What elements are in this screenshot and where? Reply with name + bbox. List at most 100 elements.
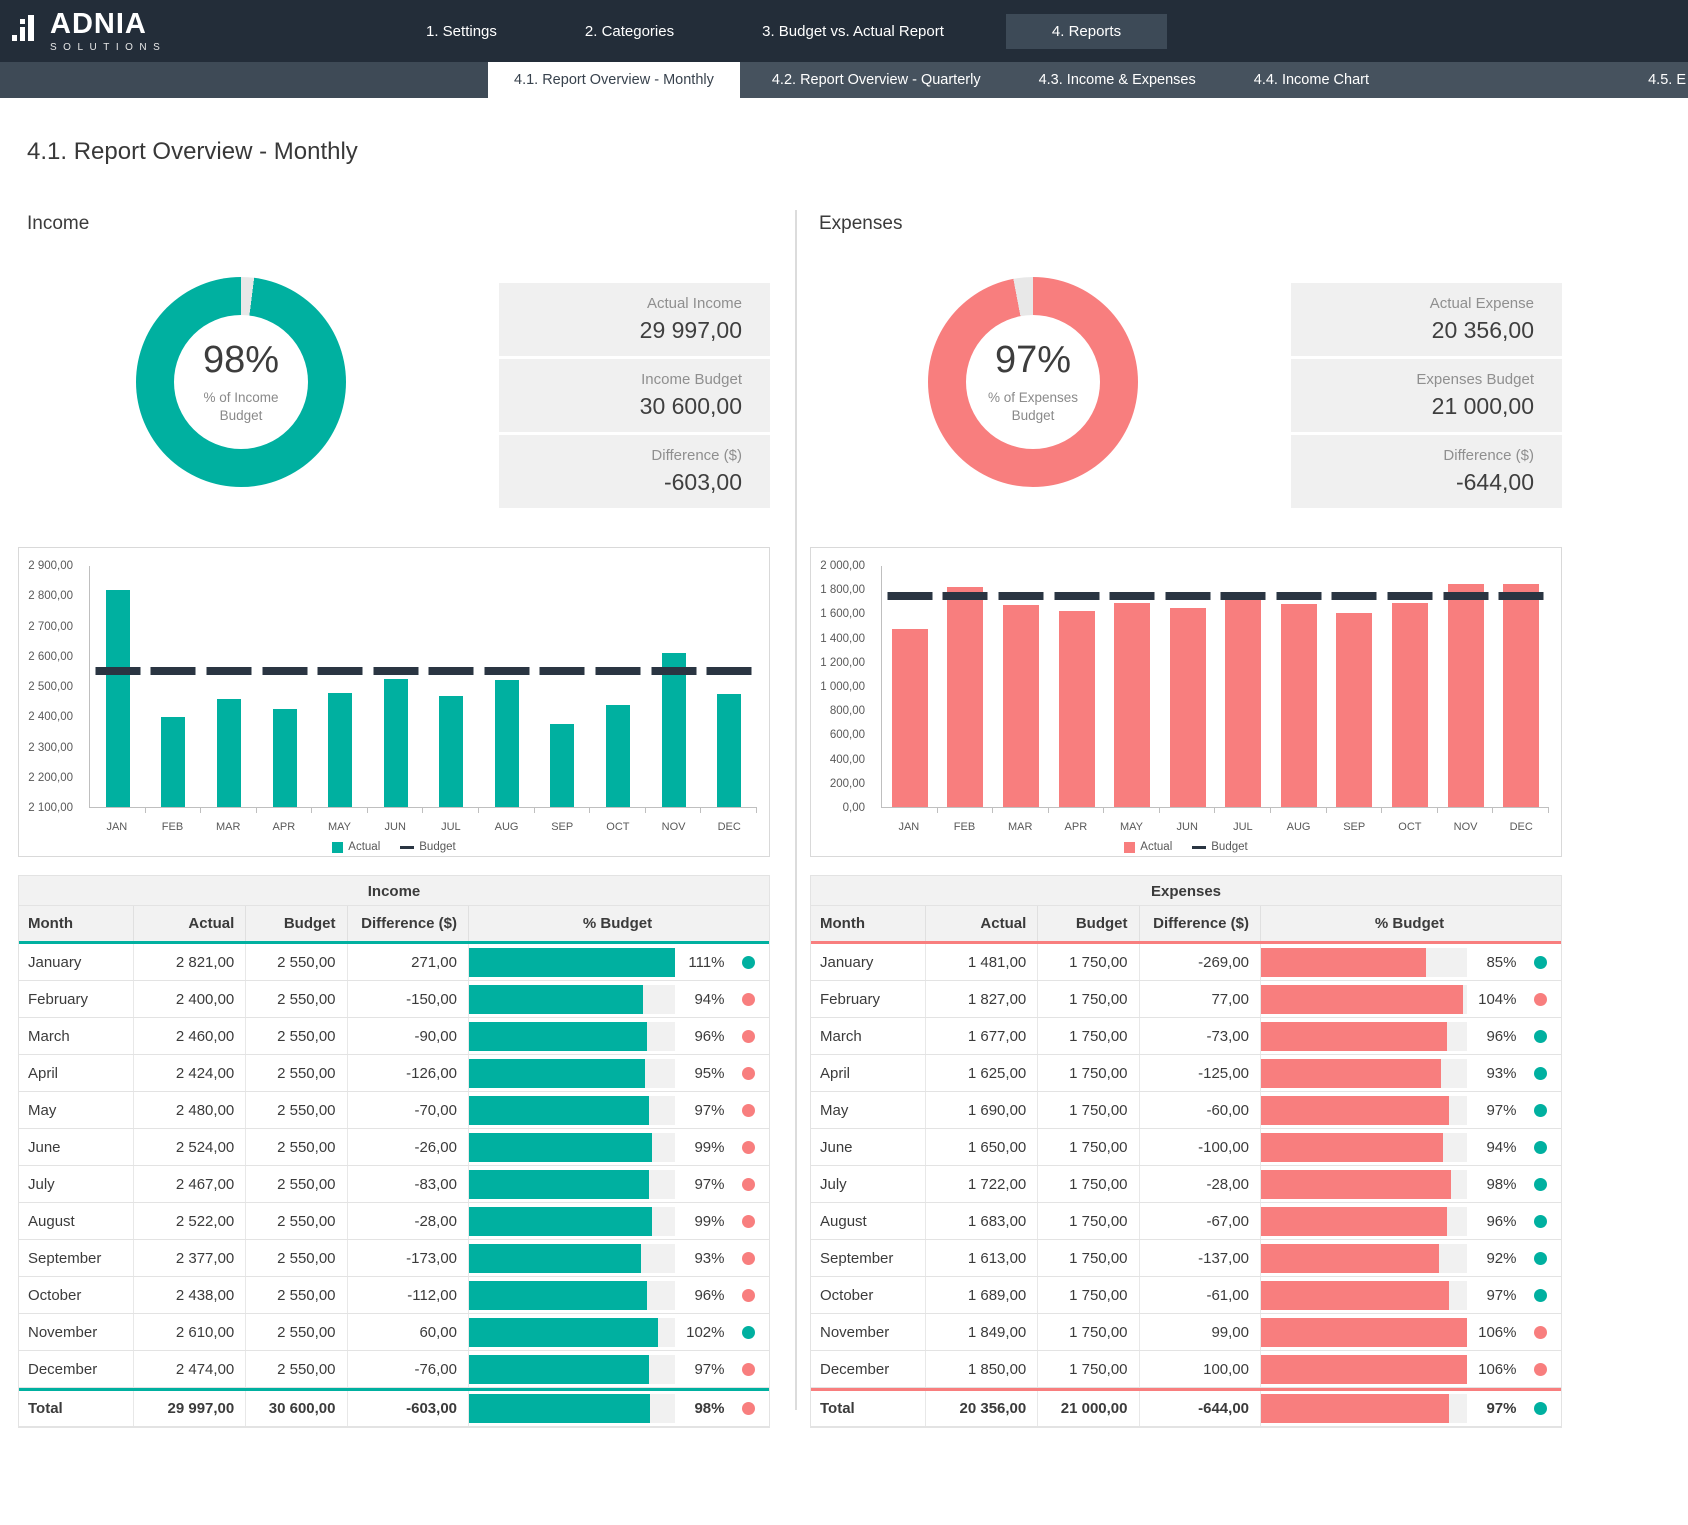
budget-cell: 1 750,00 bbox=[1038, 1092, 1139, 1128]
expenses-chart-y-axis: 2 000,001 800,001 600,001 400,001 200,00… bbox=[811, 566, 873, 808]
month-cell: October bbox=[19, 1277, 134, 1313]
month-cell: May bbox=[811, 1092, 926, 1128]
expenses-legend-actual-swatch bbox=[1124, 842, 1135, 853]
pct-budget-value: 93% bbox=[1467, 1065, 1521, 1082]
expenses-stat-boxes: Actual Expense20 356,00Expenses Budget21… bbox=[1291, 283, 1562, 517]
expenses-y-tick: 1 000,00 bbox=[820, 681, 865, 693]
actual-cell: 1 625,00 bbox=[926, 1055, 1039, 1091]
status-dot-cell bbox=[729, 1067, 770, 1080]
income-table-row-February: February2 400,002 550,00-150,0094% bbox=[19, 981, 769, 1018]
status-dot-cell bbox=[1521, 1030, 1562, 1043]
income-stat-boxes: Actual Income29 997,00Income Budget30 60… bbox=[499, 283, 770, 517]
nav-item-1[interactable]: 1. Settings bbox=[400, 14, 523, 49]
income-actual-bar-NOV bbox=[662, 653, 686, 807]
pct-budget-value: 106% bbox=[1467, 1324, 1521, 1341]
income-actual-bar-AUG bbox=[495, 680, 519, 807]
pct-budget-bar-fill bbox=[1261, 1059, 1441, 1088]
status-dot-good bbox=[1534, 1067, 1547, 1080]
expenses-stat-value-1: 21 000,00 bbox=[1432, 393, 1534, 420]
income-chart-y-axis: 2 900,002 800,002 700,002 600,002 500,00… bbox=[19, 566, 81, 808]
income-actual-bar-SEP bbox=[550, 724, 574, 807]
expenses-budget-marker-FEB bbox=[943, 592, 988, 600]
status-dot-cell bbox=[729, 1289, 770, 1302]
income-chart-column-MAY bbox=[312, 566, 368, 807]
difference-cell: 271,00 bbox=[348, 944, 470, 980]
pct-budget-bar-cell bbox=[1261, 1133, 1467, 1162]
subnav-tab-4[interactable]: 4.4. Income Chart bbox=[1228, 62, 1395, 98]
difference-cell: -173,00 bbox=[348, 1240, 470, 1276]
subnav-tab-3[interactable]: 4.3. Income & Expenses bbox=[1013, 62, 1222, 98]
income-legend-actual-label: Actual bbox=[348, 841, 380, 853]
pct-budget-bar-cell bbox=[469, 1059, 675, 1088]
pct-budget-bar-fill bbox=[1261, 1133, 1443, 1162]
pct-budget-value: 94% bbox=[675, 991, 729, 1008]
income-stat-box-1: Income Budget30 600,00 bbox=[499, 359, 770, 432]
pct-budget-bar-fill bbox=[1261, 1244, 1439, 1273]
expenses-col-header-3: Difference ($) bbox=[1140, 906, 1262, 941]
subnav-tab-5[interactable]: 4.5. E bbox=[1622, 62, 1688, 98]
income-chart-column-JAN bbox=[90, 566, 146, 807]
expenses-x-label: JAN bbox=[881, 821, 937, 833]
nav-item-3[interactable]: 3. Budget vs. Actual Report bbox=[736, 14, 970, 49]
expenses-donut-hole: 97% % of Expenses Budget bbox=[966, 315, 1100, 449]
income-budget-marker-OCT bbox=[595, 667, 640, 675]
expenses-x-label: AUG bbox=[1271, 821, 1327, 833]
income-top-widgets: 98% % of Income Budget Actual Income29 9… bbox=[18, 277, 770, 517]
expenses-budget-marker-OCT bbox=[1387, 592, 1432, 600]
income-section-title: Income bbox=[27, 213, 770, 235]
expenses-stat-label-1: Expenses Budget bbox=[1416, 371, 1534, 388]
pct-budget-bar-fill bbox=[469, 985, 643, 1014]
expenses-x-label: APR bbox=[1048, 821, 1104, 833]
expenses-y-tick: 600,00 bbox=[830, 729, 865, 741]
expenses-budget-marker-APR bbox=[1054, 592, 1099, 600]
income-legend-budget: Budget bbox=[400, 841, 455, 853]
difference-cell: 99,00 bbox=[1140, 1314, 1262, 1350]
nav-item-4[interactable]: 4. Reports bbox=[1006, 14, 1167, 49]
status-dot-cell bbox=[1521, 1067, 1562, 1080]
income-y-tick: 2 600,00 bbox=[28, 651, 73, 663]
month-cell: November bbox=[19, 1314, 134, 1350]
primary-nav: 1. Settings 2. Categories 3. Budget vs. Ac… bbox=[400, 0, 1203, 62]
expenses-table-row-April: April1 625,001 750,00-125,0093% bbox=[811, 1055, 1561, 1092]
income-legend-budget-label: Budget bbox=[419, 841, 455, 853]
pct-budget-value: 97% bbox=[675, 1176, 729, 1193]
pct-budget-bar-cell bbox=[469, 1133, 675, 1162]
status-dot-bad bbox=[742, 1067, 755, 1080]
pct-budget-value: 92% bbox=[1467, 1250, 1521, 1267]
expenses-stat-label-2: Difference ($) bbox=[1443, 447, 1534, 464]
expenses-actual-bar-OCT bbox=[1392, 603, 1428, 807]
expenses-budget-marker-SEP bbox=[1332, 592, 1377, 600]
difference-cell: -60,00 bbox=[1140, 1092, 1262, 1128]
expenses-actual-bar-MAY bbox=[1114, 603, 1150, 807]
expenses-table-total-row: Total20 356,0021 000,00-644,0097% bbox=[811, 1388, 1561, 1427]
status-dot-bad bbox=[1534, 1363, 1547, 1376]
pct-budget-bar-cell bbox=[1261, 1022, 1467, 1051]
pct-budget-value: 98% bbox=[1467, 1176, 1521, 1193]
income-budget-marker-JUN bbox=[373, 667, 418, 675]
expenses-y-tick: 2 000,00 bbox=[820, 560, 865, 572]
expenses-x-label: NOV bbox=[1438, 821, 1494, 833]
month-cell: June bbox=[811, 1129, 926, 1165]
difference-cell: -137,00 bbox=[1140, 1240, 1262, 1276]
difference-cell: -28,00 bbox=[348, 1203, 470, 1239]
difference-cell: -269,00 bbox=[1140, 944, 1262, 980]
subnav-tab-1[interactable]: 4.1. Report Overview - Monthly bbox=[488, 62, 740, 98]
expenses-legend-budget-label: Budget bbox=[1211, 841, 1247, 853]
expenses-y-tick: 0,00 bbox=[843, 802, 865, 814]
status-dot-cell bbox=[729, 1141, 770, 1154]
income-chart-column-NOV bbox=[646, 566, 702, 807]
pct-budget-value: 85% bbox=[1467, 954, 1521, 971]
actual-cell: 1 690,00 bbox=[926, 1092, 1039, 1128]
income-chart-column-APR bbox=[257, 566, 313, 807]
pct-budget-bar-fill bbox=[1261, 985, 1463, 1014]
pct-budget-bar-fill bbox=[469, 1244, 641, 1273]
expenses-budget-marker-MAR bbox=[998, 592, 1043, 600]
subnav-tab-2[interactable]: 4.2. Report Overview - Quarterly bbox=[746, 62, 1007, 98]
pct-budget-bar-cell bbox=[1261, 1394, 1467, 1423]
expenses-actual-bar-MAR bbox=[1003, 605, 1039, 807]
income-stat-label-2: Difference ($) bbox=[651, 447, 742, 464]
pct-budget-bar-cell bbox=[469, 1244, 675, 1273]
nav-item-2[interactable]: 2. Categories bbox=[559, 14, 700, 49]
expenses-actual-bar-SEP bbox=[1336, 613, 1372, 807]
difference-cell: -603,00 bbox=[348, 1391, 470, 1426]
